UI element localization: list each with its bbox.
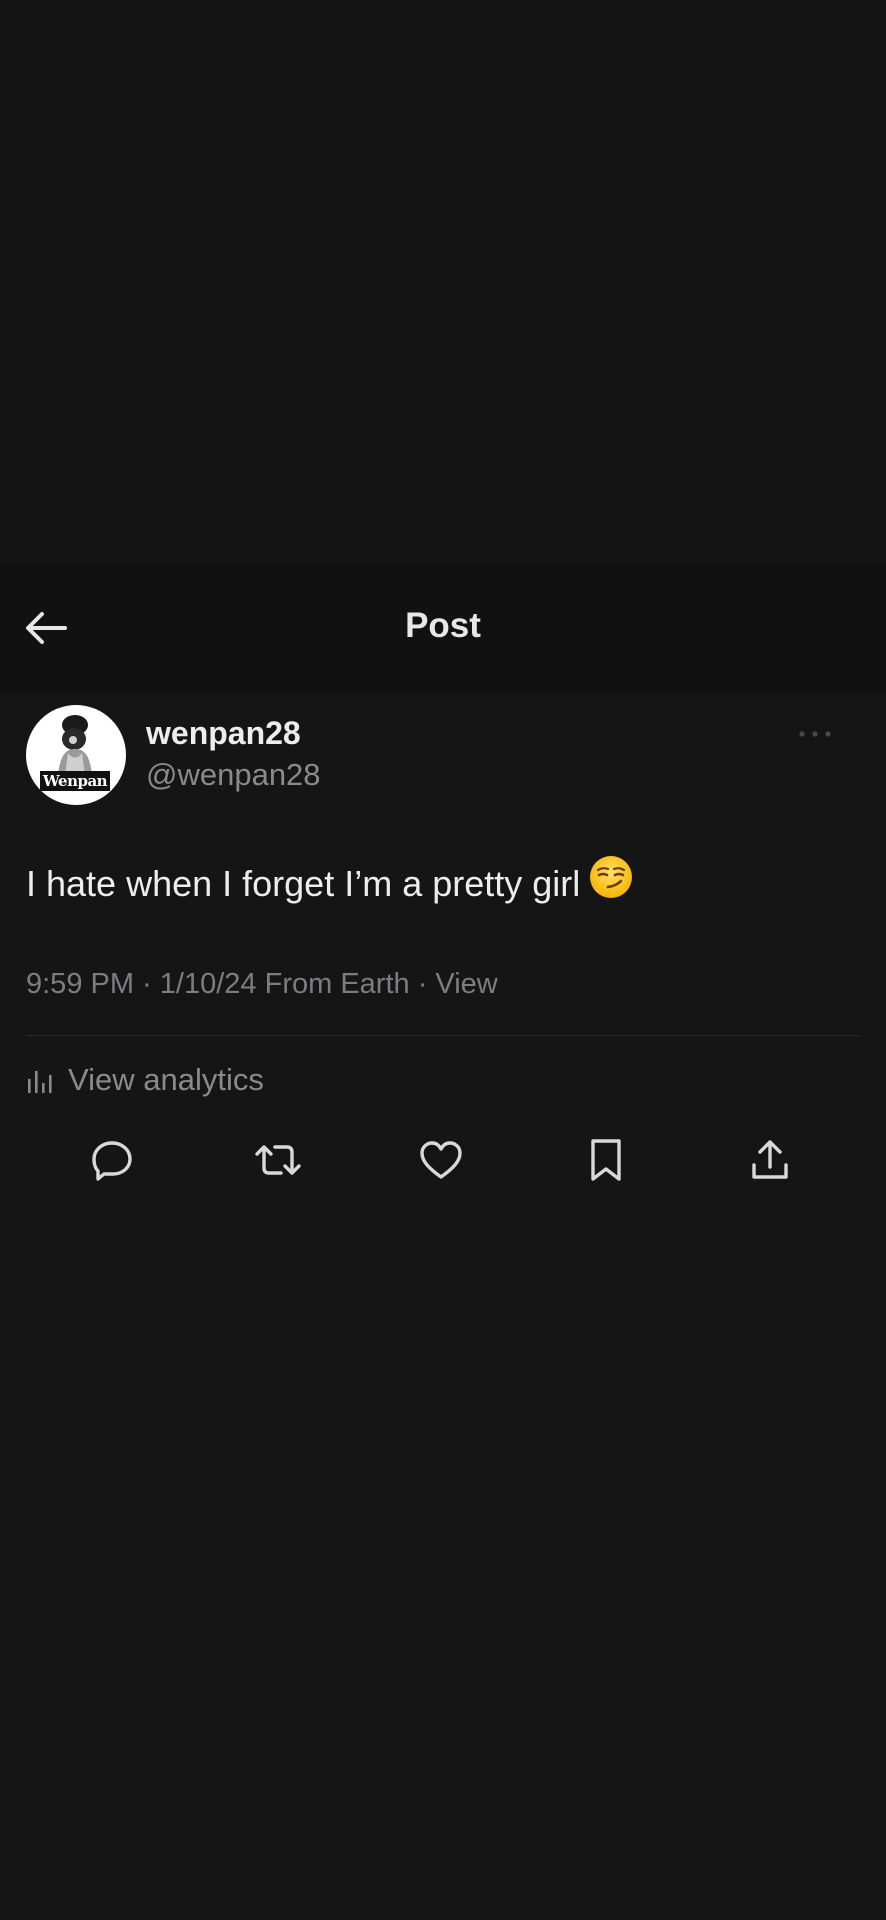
share-button[interactable] xyxy=(740,1130,800,1190)
avatar-logo-text: Wenpan xyxy=(40,771,110,791)
heart-icon xyxy=(420,1141,462,1179)
post-location: From Earth xyxy=(256,968,410,1000)
bar-chart-icon xyxy=(28,1071,52,1093)
post-body: I hate when I forget I’m a pretty girl xyxy=(26,856,866,912)
view-analytics-button[interactable]: View analytics xyxy=(26,1058,264,1102)
bookmark-icon xyxy=(591,1139,621,1181)
view-count-link[interactable]: View xyxy=(435,968,497,1000)
smirking-face-emoji xyxy=(588,854,634,912)
author-display-name[interactable]: wenpan28 xyxy=(146,715,301,752)
repost-button[interactable] xyxy=(248,1130,308,1190)
bookmark-button[interactable] xyxy=(576,1130,636,1190)
more-dots-icon xyxy=(799,731,831,737)
post-time: 9:59 PM xyxy=(26,968,134,1000)
like-button[interactable] xyxy=(411,1130,471,1190)
post-action-bar xyxy=(0,1130,886,1190)
post-screen: Post Wenpan wenpan28 @wenpan28 I hate wh… xyxy=(0,0,886,1920)
view-analytics-label: View analytics xyxy=(68,1062,264,1097)
avatar-figure-image xyxy=(58,715,92,775)
avatar[interactable]: Wenpan xyxy=(26,705,126,805)
page-title: Post xyxy=(405,606,481,645)
meta-separator: · xyxy=(409,968,436,1000)
top-blank-area xyxy=(0,0,886,562)
post-meta: 9:59 PM · 1/10/24 From Earth · View xyxy=(26,968,498,1001)
repost-icon xyxy=(255,1145,301,1175)
reply-icon xyxy=(92,1141,132,1181)
top-bar: Post xyxy=(0,562,886,694)
post-author: Wenpan wenpan28 @wenpan28 xyxy=(26,705,866,805)
share-icon xyxy=(752,1140,788,1179)
reply-button[interactable] xyxy=(82,1130,142,1190)
meta-separator: · xyxy=(134,968,160,1000)
divider xyxy=(26,1035,860,1036)
post-date: 1/10/24 xyxy=(159,968,257,1000)
author-handle: @wenpan28 xyxy=(146,757,321,792)
more-options-button[interactable] xyxy=(790,714,840,754)
post-text: I hate when I forget I’m a pretty girl xyxy=(26,863,581,904)
